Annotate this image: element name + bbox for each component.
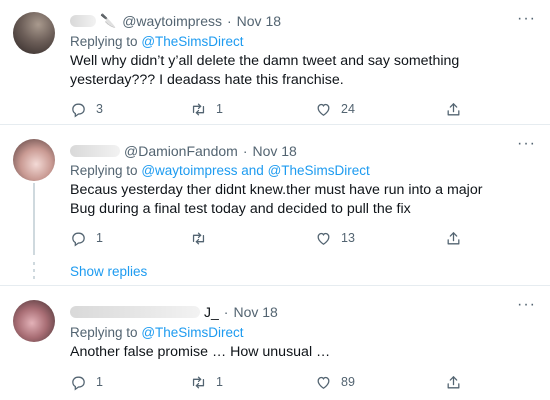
action-bar: 1 13 <box>70 228 470 248</box>
tweet-header: @DamionFandom · Nov 18 <box>70 142 297 160</box>
reply-icon <box>72 232 85 246</box>
replying-to-label: Replying to <box>70 325 138 340</box>
replying-to-label: Replying to <box>70 163 138 178</box>
share-button[interactable] <box>445 372 471 392</box>
mention-link[interactable]: @TheSimsDirect <box>141 325 243 340</box>
like-button[interactable]: 89 <box>315 372 355 392</box>
separator-dot: · <box>223 304 229 320</box>
blurred-display-name <box>70 306 200 318</box>
share-button[interactable] <box>445 228 471 248</box>
blurred-display-name <box>70 15 96 27</box>
tweet[interactable]: 🔪 @waytoimpress · Nov 18 ··· Replying to… <box>0 0 550 124</box>
show-replies-link[interactable]: Show replies <box>70 264 147 279</box>
timestamp[interactable]: Nov 18 <box>252 143 296 159</box>
reply-count: 1 <box>96 375 103 389</box>
like-count: 89 <box>341 375 355 389</box>
retweet-button[interactable]: 1 <box>190 372 223 392</box>
heart-icon <box>317 103 330 116</box>
avatar[interactable] <box>13 12 55 54</box>
blurred-display-name <box>70 145 120 157</box>
reply-count: 1 <box>96 231 103 245</box>
replying-to: Replying to @TheSimsDirect <box>70 325 244 340</box>
tweet-text: Becaus yesterday ther didnt knew.ther mu… <box>70 182 483 217</box>
reply-button[interactable]: 1 <box>70 372 103 392</box>
like-count: 13 <box>341 231 355 245</box>
avatar[interactable] <box>13 139 55 181</box>
tweet-header: 🔪 @waytoimpress · Nov 18 <box>70 12 281 30</box>
replying-to: Replying to @waytoimpress and @TheSimsDi… <box>70 163 370 178</box>
heart-icon <box>317 232 330 245</box>
mention-link[interactable]: @TheSimsDirect <box>141 34 243 49</box>
user-handle[interactable]: J_ <box>204 304 219 320</box>
knife-icon: 🔪 <box>100 13 117 28</box>
timestamp[interactable]: Nov 18 <box>237 13 281 29</box>
user-handle[interactable]: @DamionFandom <box>124 143 238 159</box>
reply-icon <box>72 376 85 390</box>
more-icon[interactable]: ··· <box>517 135 536 153</box>
retweet-button[interactable]: 1 <box>190 99 223 119</box>
action-bar: 3 1 24 <box>70 99 470 119</box>
heart-icon <box>317 376 330 389</box>
separator-dot: · <box>242 143 248 159</box>
user-handle[interactable]: @waytoimpress <box>122 13 222 29</box>
share-icon <box>447 375 460 388</box>
like-button[interactable]: 13 <box>315 228 355 248</box>
reply-icon <box>72 103 85 117</box>
timestamp[interactable]: Nov 18 <box>233 304 277 320</box>
share-button[interactable] <box>445 99 471 119</box>
mention-link[interactable]: @waytoimpress and @TheSimsDirect <box>141 163 369 178</box>
reply-count: 3 <box>96 102 103 116</box>
more-icon[interactable]: ··· <box>517 10 536 28</box>
retweet-count: 1 <box>216 375 223 389</box>
tweet-text: Well why didn’t y’all delete the damn tw… <box>70 53 460 88</box>
tweet[interactable]: J_ · Nov 18 ··· Replying to @TheSimsDire… <box>0 286 550 400</box>
more-icon[interactable]: ··· <box>517 296 536 314</box>
separator-dot: · <box>226 13 232 29</box>
tweet[interactable]: @DamionFandom · Nov 18 ··· Replying to @… <box>0 125 550 285</box>
reply-button[interactable]: 1 <box>70 228 103 248</box>
like-button[interactable]: 24 <box>315 99 355 119</box>
replying-to: Replying to @TheSimsDirect <box>70 34 244 49</box>
retweet-icon <box>192 232 205 244</box>
retweet-count: 1 <box>216 102 223 116</box>
retweet-icon <box>192 103 205 115</box>
retweet-button[interactable] <box>190 228 216 248</box>
reply-button[interactable]: 3 <box>70 99 103 119</box>
share-icon <box>447 231 460 244</box>
tweet-header: J_ · Nov 18 <box>70 303 278 321</box>
action-bar: 1 1 89 <box>70 372 470 392</box>
tweet-text: Another false promise … How unusual … <box>70 344 331 360</box>
retweet-icon <box>192 376 205 388</box>
thread-dots <box>33 262 35 284</box>
share-icon <box>447 102 460 115</box>
avatar[interactable] <box>13 300 55 342</box>
like-count: 24 <box>341 102 355 116</box>
replying-to-label: Replying to <box>70 34 138 49</box>
